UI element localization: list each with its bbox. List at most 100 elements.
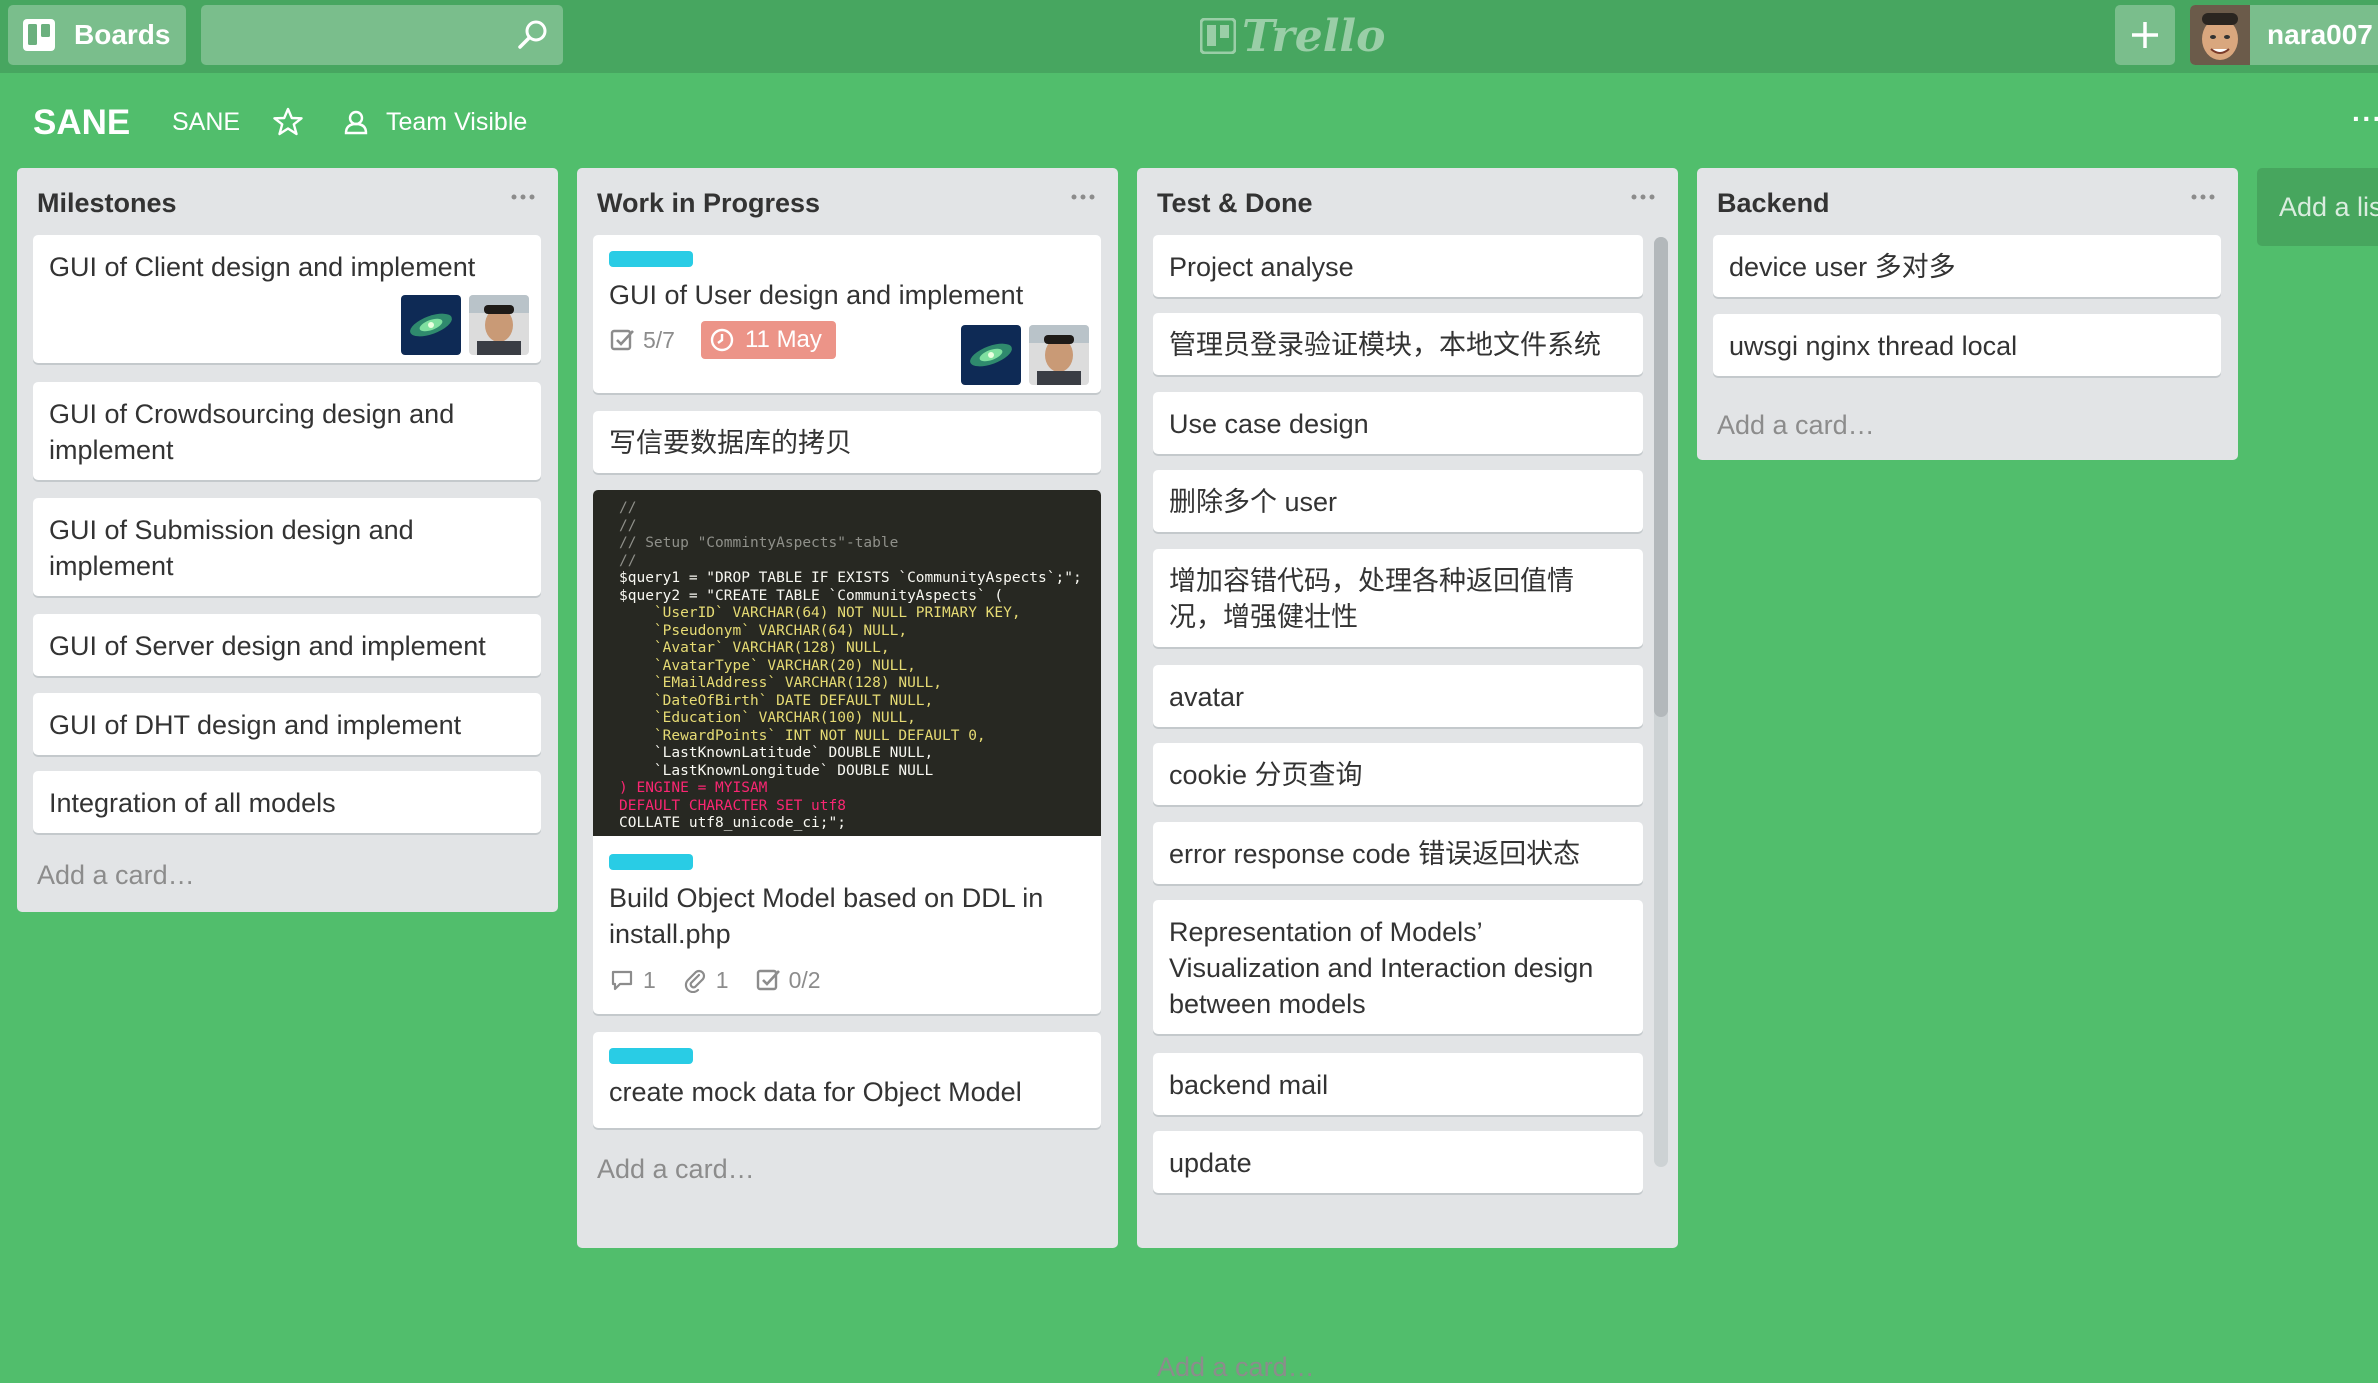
add-card-button[interactable]: Add a card… [1157, 1352, 1315, 1383]
comment-icon [611, 970, 633, 991]
member-avatar-galaxy [961, 325, 1021, 385]
card[interactable]: Project analyse [1153, 235, 1643, 297]
card[interactable]: avatar [1153, 665, 1643, 727]
username: nara007 [2267, 19, 2373, 50]
card-title: 写信要数据库的拷贝 [609, 428, 852, 458]
card[interactable]: device user 多对多 [1713, 235, 2221, 297]
code-line: $query2 = "CREATE TABLE `CommunityAspect… [619, 587, 1004, 604]
list-menu-icon[interactable] [1070, 192, 1096, 202]
card-label-blue [609, 1048, 693, 1064]
card-title: 管理员登录验证模块，本地文件系统 [1169, 330, 1601, 360]
add-button[interactable] [2115, 5, 2175, 65]
card-label-blue [609, 251, 693, 267]
list-title[interactable]: Milestones [37, 188, 177, 219]
list-menu-icon[interactable] [1630, 192, 1656, 202]
card[interactable]: cookie 分页查询 [1153, 743, 1643, 805]
list-work-in-progress: Work in Progress GUI of User design and … [577, 168, 1118, 1248]
card-label-blue [609, 854, 693, 870]
list-cards-scroll[interactable]: Project analyse 管理员登录验证模块，本地文件系统 Use cas… [1137, 235, 1678, 1238]
trello-logo-icon [1200, 18, 1236, 54]
card[interactable]: GUI of Server design and implement [33, 614, 541, 676]
list-menu-icon[interactable] [2190, 192, 2216, 202]
plus-icon [2132, 22, 2158, 48]
comment-count: 1 [643, 967, 656, 993]
checklist-badge: 5/7 [609, 322, 675, 358]
list-title[interactable]: Work in Progress [597, 188, 820, 219]
team-visible-label[interactable]: Team Visible [386, 108, 527, 137]
card-title: avatar [1169, 682, 1245, 712]
checklist-count: 5/7 [643, 327, 675, 353]
card-title: Build Object Model based on DDL in insta… [609, 883, 1044, 949]
card[interactable]: GUI of DHT design and implement [33, 693, 541, 755]
list-scrollbar[interactable] [1654, 237, 1668, 1167]
code-line: `AvatarType` VARCHAR(20) NULL, [619, 657, 916, 674]
card[interactable]: 增加容错代码，处理各种返回值情况，增强健壮性 [1153, 549, 1643, 647]
add-card-button[interactable]: Add a card… [37, 860, 195, 891]
card[interactable]: GUI of Crowdsourcing design and implemen… [33, 382, 541, 480]
card[interactable]: 写信要数据库的拷贝 [593, 411, 1101, 473]
card-title: uwsgi nginx thread local [1729, 331, 2018, 361]
board-org-link[interactable]: SANE [172, 108, 240, 137]
code-line: ) ENGINE = MYISAM [619, 780, 768, 796]
card[interactable]: Representation of Models’ Visualization … [1153, 900, 1643, 1034]
card-title: cookie 分页查询 [1169, 760, 1363, 790]
code-line: `DateOfBirth` DATE DEFAULT NULL, [619, 692, 934, 709]
list-menu-icon[interactable] [510, 192, 536, 202]
board-menu-button[interactable]: ··· [2352, 103, 2378, 135]
boards-button[interactable]: Boards [8, 5, 186, 65]
clock-icon [710, 328, 734, 352]
card[interactable]: uwsgi nginx thread local [1713, 314, 2221, 376]
app-header: Boards Trello nara007 [0, 0, 2378, 73]
card[interactable]: 删除多个 user [1153, 470, 1643, 532]
code-line: // Setup "CommintyAspects"-table [619, 535, 899, 551]
card[interactable]: Use case design [1153, 392, 1643, 454]
board-title[interactable]: SANE [33, 103, 130, 143]
add-card-button[interactable]: Add a card… [597, 1154, 755, 1185]
search-input[interactable] [201, 5, 517, 67]
card[interactable]: backend mail [1153, 1053, 1643, 1115]
add-list-button[interactable]: Add a list… [2257, 168, 2378, 246]
member-avatar-galaxy [401, 295, 461, 355]
list-backend: Backend device user 多对多 uwsgi nginx thre… [1697, 168, 2238, 460]
search-icon[interactable] [517, 19, 549, 51]
logo-text: Trello [1242, 10, 1386, 62]
card[interactable]: error response code 错误返回状态 [1153, 822, 1643, 884]
code-line: // [619, 552, 637, 569]
card-title: device user 多对多 [1729, 252, 1956, 282]
card-title: backend mail [1169, 1070, 1329, 1100]
search-box[interactable] [201, 5, 563, 67]
add-card-button[interactable]: Add a card… [1717, 410, 1875, 441]
checklist-count: 0/2 [788, 967, 821, 993]
due-date-badge[interactable]: 11 May [700, 321, 836, 359]
team-visible-icon[interactable] [343, 109, 369, 135]
card-title: error response code 错误返回状态 [1169, 839, 1581, 869]
attachment-count: 1 [715, 967, 729, 993]
card[interactable]: 管理员登录验证模块，本地文件系统 [1153, 313, 1643, 375]
card[interactable]: Integration of all models [33, 771, 541, 833]
card-title: GUI of Server design and implement [49, 631, 486, 661]
paperclip-icon [684, 969, 705, 993]
card[interactable]: GUI of User design and implement 5/7 11 … [593, 235, 1101, 393]
code-line: `EMailAddress` VARCHAR(128) NULL, [619, 675, 943, 691]
list-title[interactable]: Backend [1717, 188, 1830, 219]
card-title: GUI of DHT design and implement [49, 710, 462, 740]
list-title[interactable]: Test & Done [1157, 188, 1313, 219]
code-line: `Avatar` VARCHAR(128) NULL, [619, 640, 890, 656]
card[interactable]: GUI of Client design and implement [33, 235, 541, 363]
card-with-cover[interactable]: ////// Setup "CommintyAspects"-table//$q… [593, 490, 1101, 1014]
card-title: create mock data for Object Model [609, 1077, 1022, 1107]
star-icon[interactable] [273, 107, 303, 137]
card-title: Representation of Models’ Visualization … [1169, 917, 1594, 1019]
card[interactable]: update [1153, 1131, 1643, 1193]
card-badges: 1 1 0/2 [609, 962, 847, 998]
card-title: Project analyse [1169, 252, 1354, 282]
trello-logo[interactable]: Trello [1200, 8, 1386, 64]
card[interactable]: create mock data for Object Model [593, 1032, 1101, 1128]
card[interactable]: GUI of Submission design and implement [33, 498, 541, 596]
member-menu-button[interactable]: nara007 [2190, 5, 2378, 65]
card-title: GUI of User design and implement [609, 280, 1024, 310]
list-scrollbar-thumb[interactable] [1654, 237, 1668, 717]
code-line: DEFAULT CHARACTER SET utf8 [619, 797, 846, 814]
code-line: `RewardPoints` INT NOT NULL DEFAULT 0, [619, 727, 986, 744]
member-avatar-photo [1029, 325, 1089, 385]
